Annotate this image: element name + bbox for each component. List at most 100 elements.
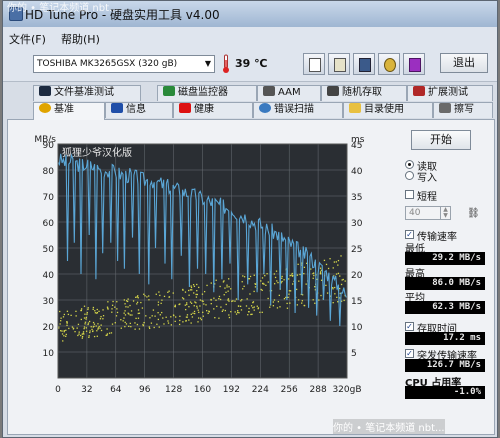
menu-file[interactable]: 文件(F): [9, 31, 46, 47]
access-time-point: [148, 295, 150, 297]
access-time-point: [136, 323, 139, 326]
access-time-point: [218, 317, 220, 319]
access-time-point: [130, 310, 133, 312]
menu-help[interactable]: 帮助(H): [61, 31, 100, 47]
short-stroke-checkbox[interactable]: [405, 190, 414, 199]
access-time-point: [189, 301, 192, 303]
tab-disk-monitor[interactable]: 磁盘监控器: [157, 85, 257, 101]
access-time-point: [158, 326, 160, 328]
burst-rate-checkbox[interactable]: ✓: [405, 349, 414, 358]
access-time-point: [286, 302, 288, 305]
access-time-point: [224, 287, 226, 289]
tab-row-1: 文件基准测试 磁盘监控器 AAM 随机存取 扩展测试: [3, 85, 497, 102]
y-left-tick: 90: [43, 141, 55, 151]
tab-folder-usage[interactable]: 目录使用: [343, 102, 433, 118]
access-time-point: [196, 293, 198, 296]
tab-label: 扩展测试: [428, 87, 468, 98]
access-time-point: [72, 328, 75, 330]
access-time-point: [81, 308, 83, 310]
access-time-point: [87, 322, 90, 324]
access-time-point: [168, 296, 170, 298]
copy-screenshot-button[interactable]: [328, 53, 350, 75]
access-time-point: [337, 272, 340, 275]
access-time-checkbox[interactable]: ✓: [405, 322, 414, 331]
access-time-point: [245, 305, 248, 307]
access-time-point: [279, 306, 281, 308]
access-time-point: [106, 328, 108, 330]
access-time-point: [216, 305, 218, 308]
access-time-point: [190, 285, 192, 287]
access-time-point: [199, 317, 202, 319]
access-time-point: [88, 336, 90, 339]
tab-random-access[interactable]: 随机存取: [321, 85, 407, 101]
access-time-point: [92, 321, 95, 324]
tab-info[interactable]: 信息: [105, 102, 173, 118]
access-time-point: [340, 283, 343, 286]
access-time-point: [193, 292, 195, 294]
access-time-point: [249, 293, 251, 295]
access-time-point: [215, 279, 217, 281]
access-time-point: [154, 315, 156, 317]
access-time-point: [259, 311, 261, 314]
y-right-tick: 20: [351, 271, 363, 281]
tab-erase[interactable]: 擦写: [433, 102, 493, 118]
access-time-point: [125, 300, 128, 302]
access-time-point: [65, 329, 67, 332]
access-time-point: [65, 333, 67, 336]
access-time-point: [242, 288, 244, 290]
access-time-point: [136, 303, 138, 305]
tab-aam[interactable]: AAM: [257, 85, 321, 101]
drive-select[interactable]: TOSHIBA MK3265GSX (320 gB) ▼: [33, 55, 215, 73]
access-time-point: [193, 305, 195, 307]
access-time-point: [143, 321, 145, 324]
read-radio[interactable]: [405, 160, 414, 169]
access-time-point: [116, 311, 119, 314]
start-button[interactable]: 开始: [411, 130, 471, 150]
access-time-point: [228, 278, 230, 280]
write-radio[interactable]: [405, 171, 414, 180]
access-time-point: [336, 296, 338, 299]
access-time-point: [303, 266, 306, 268]
access-time-point: [219, 285, 221, 288]
access-time-point: [196, 290, 198, 292]
access-time-point: [75, 315, 77, 317]
tab-error-scan[interactable]: 错误扫描: [253, 102, 343, 118]
access-time-point: [106, 334, 108, 336]
access-time-point: [115, 315, 118, 317]
access-time-point: [266, 273, 268, 275]
access-time-point: [253, 306, 255, 308]
access-time-point: [96, 330, 98, 332]
transfer-rate-checkbox[interactable]: ✓: [405, 230, 414, 239]
magnifier-icon: [259, 103, 271, 113]
burst-rate-value: 126.7 MB/s: [405, 359, 485, 372]
access-time-point: [91, 328, 93, 331]
access-time-point: [210, 282, 212, 284]
access-time-point: [188, 289, 190, 292]
tab-health[interactable]: 健康: [173, 102, 253, 118]
access-time-point: [160, 302, 162, 304]
access-time-point: [197, 309, 199, 311]
tab-file-benchmark[interactable]: 文件基准测试: [33, 85, 141, 101]
access-time-point: [86, 313, 88, 315]
tab-benchmark[interactable]: 基准: [33, 102, 105, 120]
short-stroke-spinner[interactable]: 40 ▲ ▼: [405, 206, 451, 220]
access-time-point: [93, 335, 96, 338]
access-time-point: [252, 301, 255, 303]
access-time-point: [210, 303, 212, 305]
access-time-point: [142, 324, 144, 327]
access-time-point: [156, 323, 158, 325]
access-time-point: [149, 327, 151, 330]
download-button[interactable]: [403, 53, 425, 75]
tab-label: 错误扫描: [274, 104, 314, 115]
access-time-point: [262, 282, 264, 285]
access-time-point: [111, 304, 114, 306]
access-time-point: [334, 286, 336, 289]
options-button[interactable]: [378, 53, 400, 75]
access-time-point: [277, 281, 279, 284]
tab-extra-tests[interactable]: 扩展测试: [407, 85, 493, 101]
save-button[interactable]: [353, 53, 375, 75]
access-time-point: [107, 308, 109, 310]
exit-button[interactable]: 退出: [440, 53, 488, 73]
copy-text-button[interactable]: [303, 53, 325, 75]
avg-value: 62.3 MB/s: [405, 301, 485, 314]
